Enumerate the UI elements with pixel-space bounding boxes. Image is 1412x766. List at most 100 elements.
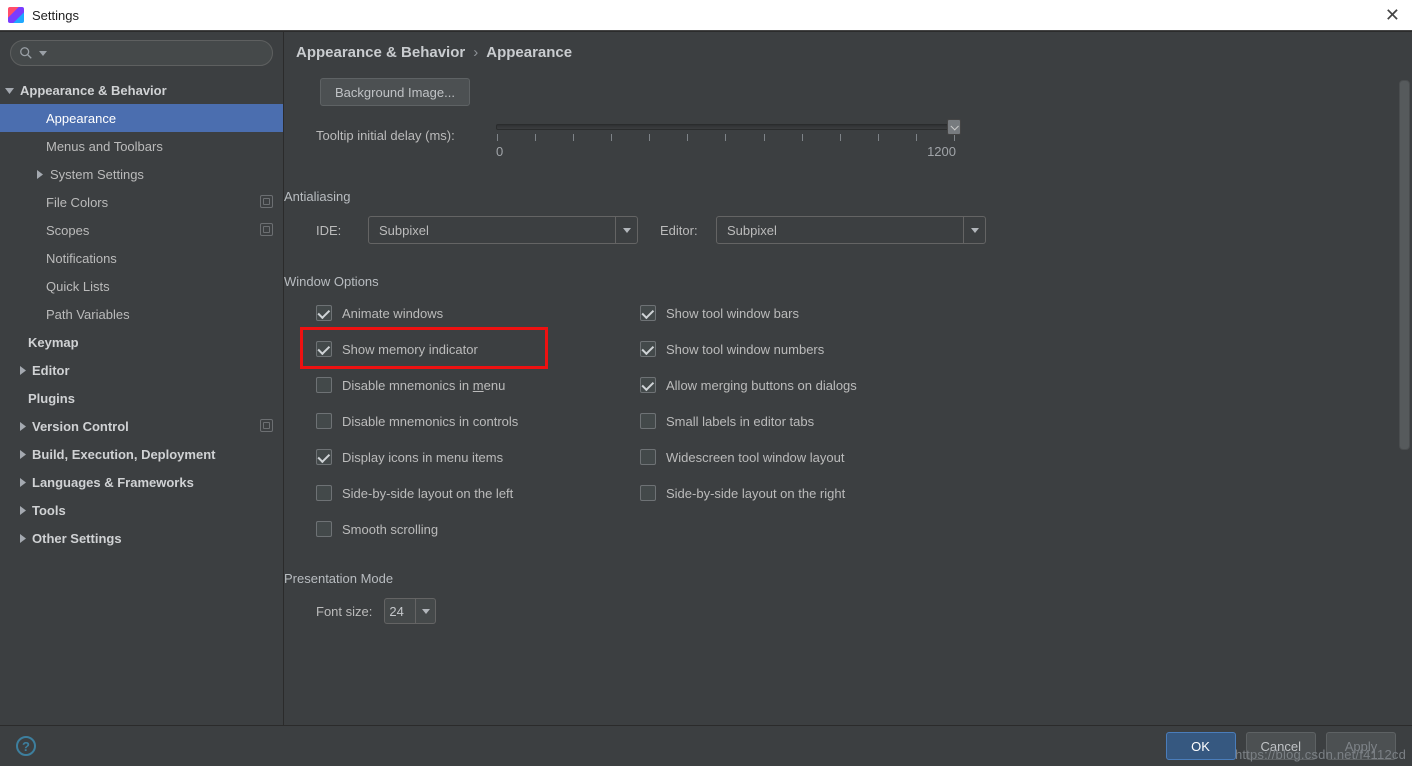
checkbox-box[interactable] — [316, 521, 332, 537]
sidebar-item-other-settings[interactable]: Other Settings — [0, 524, 283, 552]
chevron-down-icon[interactable] — [615, 217, 637, 243]
sidebar-item-path-variables[interactable]: Path Variables — [0, 300, 283, 328]
sidebar-item-appearance-behavior[interactable]: Appearance & Behavior — [0, 76, 283, 104]
editor-aa-dropdown[interactable]: Subpixel — [716, 216, 986, 244]
checkbox-box[interactable] — [316, 485, 332, 501]
search-icon — [19, 46, 33, 60]
search-input[interactable] — [10, 40, 273, 66]
close-icon[interactable]: ✕ — [1385, 5, 1400, 26]
chevron-right-icon — [16, 450, 28, 459]
sidebar-item-label: System Settings — [50, 167, 144, 182]
sidebar-item-tools[interactable]: Tools — [0, 496, 283, 524]
checkbox-widescreen-tool-window-layout[interactable]: Widescreen tool window layout — [640, 445, 960, 469]
tooltip-delay-label: Tooltip initial delay (ms): — [316, 124, 496, 143]
sidebar-item-label: Notifications — [46, 251, 117, 266]
checkbox-box[interactable] — [316, 377, 332, 393]
checkbox-side-by-side-layout-on-the-right[interactable]: Side-by-side layout on the right — [640, 481, 960, 505]
checkbox-box[interactable] — [316, 449, 332, 465]
sidebar-item-version-control[interactable]: Version Control — [0, 412, 283, 440]
sidebar-item-label: Editor — [32, 363, 70, 378]
chevron-right-icon — [32, 170, 46, 179]
font-size-label: Font size: — [316, 604, 372, 619]
checkbox-label: Disable mnemonics in menu — [342, 378, 505, 393]
sidebar-item-label: Languages & Frameworks — [32, 475, 194, 490]
checkbox-label: Side-by-side layout on the right — [666, 486, 845, 501]
sidebar: Appearance & Behavior Appearance Menus and… — [0, 32, 284, 725]
ide-aa-value: Subpixel — [379, 223, 429, 238]
font-size-stepper[interactable] — [384, 598, 436, 624]
breadcrumb: Appearance & Behavior › Appearance — [284, 32, 1412, 72]
slider-max: 1200 — [927, 144, 956, 159]
checkbox-label: Smooth scrolling — [342, 522, 438, 537]
sidebar-item-editor[interactable]: Editor — [0, 356, 283, 384]
settings-tree: Appearance & Behavior Appearance Menus and… — [0, 72, 283, 725]
chevron-right-icon — [16, 366, 28, 375]
checkbox-box[interactable] — [640, 485, 656, 501]
checkbox-box[interactable] — [640, 377, 656, 393]
checkbox-box[interactable] — [316, 341, 332, 357]
checkbox-display-icons-in-menu-items[interactable]: Display icons in menu items — [316, 445, 636, 469]
sidebar-item-label: Scopes — [46, 223, 89, 238]
checkbox-label: Show tool window numbers — [666, 342, 824, 357]
ide-aa-dropdown[interactable]: Subpixel — [368, 216, 638, 244]
sidebar-item-scopes[interactable]: Scopes — [0, 216, 283, 244]
scope-badge-icon — [260, 195, 273, 208]
checkbox-label: Allow merging buttons on dialogs — [666, 378, 857, 393]
presentation-mode-title: Presentation Mode — [284, 571, 1392, 586]
chevron-down-icon — [39, 51, 47, 56]
sidebar-item-plugins[interactable]: Plugins — [0, 384, 283, 412]
chevron-right-icon — [16, 478, 28, 487]
checkbox-animate-windows[interactable]: Animate windows — [316, 301, 636, 325]
checkbox-label: Show memory indicator — [342, 342, 478, 357]
checkbox-show-memory-indicator[interactable]: Show memory indicator — [316, 337, 636, 361]
sidebar-item-label: File Colors — [46, 195, 108, 210]
tooltip-delay-slider[interactable] — [496, 124, 956, 130]
chevron-down-icon — [2, 86, 16, 95]
sidebar-item-notifications[interactable]: Notifications — [0, 244, 283, 272]
sidebar-item-appearance[interactable]: Appearance — [0, 104, 283, 132]
breadcrumb-root: Appearance & Behavior — [296, 44, 465, 61]
window-options-title: Window Options — [284, 274, 1392, 289]
checkbox-box[interactable] — [640, 341, 656, 357]
footer: ? OK Cancel Apply — [0, 726, 1412, 766]
checkbox-box[interactable] — [316, 413, 332, 429]
chevron-down-icon[interactable] — [963, 217, 985, 243]
ok-button[interactable]: OK — [1166, 732, 1236, 760]
sidebar-item-label: Appearance — [46, 111, 116, 126]
checkbox-allow-merging-buttons-on-dialogs[interactable]: Allow merging buttons on dialogs — [640, 373, 960, 397]
checkbox-side-by-side-layout-on-the-left[interactable]: Side-by-side layout on the left — [316, 481, 636, 505]
chevron-right-icon — [16, 534, 28, 543]
chevron-right-icon: › — [473, 44, 478, 61]
checkbox-box[interactable] — [640, 449, 656, 465]
checkbox-box[interactable] — [316, 305, 332, 321]
checkbox-small-labels-in-editor-tabs[interactable]: Small labels in editor tabs — [640, 409, 960, 433]
ide-aa-label: IDE: — [316, 223, 358, 238]
editor-aa-value: Subpixel — [727, 223, 777, 238]
sidebar-item-system-settings[interactable]: System Settings — [0, 160, 283, 188]
chevron-down-icon[interactable] — [415, 599, 435, 623]
sidebar-item-menus-and-toolbars[interactable]: Menus and Toolbars — [0, 132, 283, 160]
checkbox-smooth-scrolling[interactable]: Smooth scrolling — [316, 517, 636, 541]
font-size-input[interactable] — [385, 604, 415, 619]
window-title: Settings — [32, 8, 79, 23]
checkbox-disable-mnemonics-in-controls[interactable]: Disable mnemonics in controls — [316, 409, 636, 433]
sidebar-item-languages-frameworks[interactable]: Languages & Frameworks — [0, 468, 283, 496]
sidebar-item-file-colors[interactable]: File Colors — [0, 188, 283, 216]
scrollbar[interactable] — [1399, 80, 1410, 721]
sidebar-item-keymap[interactable]: Keymap — [0, 328, 283, 356]
background-image-button[interactable]: Background Image... — [320, 78, 470, 106]
sidebar-item-label: Version Control — [32, 419, 129, 434]
checkbox-box[interactable] — [640, 413, 656, 429]
help-icon[interactable]: ? — [16, 736, 36, 756]
checkbox-disable-mnemonics-in-menu[interactable]: Disable mnemonics in menu — [316, 373, 636, 397]
sidebar-item-build-execution-deployment[interactable]: Build, Execution, Deployment — [0, 440, 283, 468]
checkbox-box[interactable] — [640, 305, 656, 321]
sidebar-item-label: Keymap — [28, 335, 79, 350]
checkbox-show-tool-window-bars[interactable]: Show tool window bars — [640, 301, 960, 325]
checkbox-label: Side-by-side layout on the left — [342, 486, 513, 501]
sidebar-item-label: Plugins — [28, 391, 75, 406]
checkbox-label: Display icons in menu items — [342, 450, 503, 465]
slider-thumb[interactable] — [947, 119, 961, 135]
sidebar-item-quick-lists[interactable]: Quick Lists — [0, 272, 283, 300]
checkbox-show-tool-window-numbers[interactable]: Show tool window numbers — [640, 337, 960, 361]
